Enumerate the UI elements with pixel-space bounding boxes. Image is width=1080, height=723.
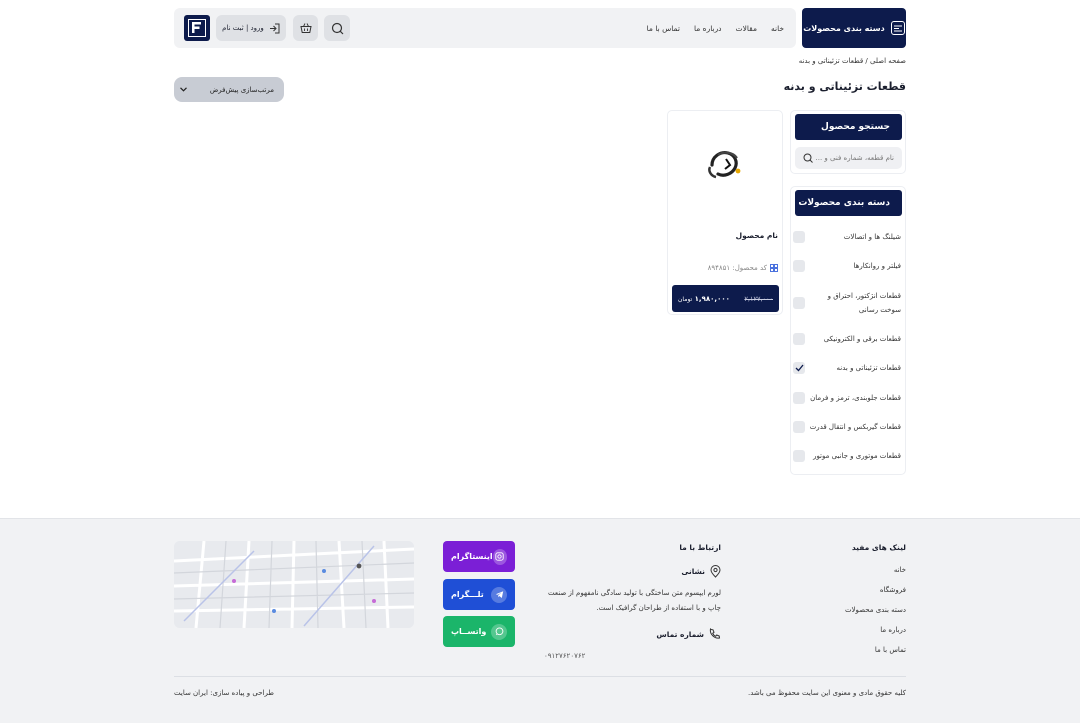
category-item-injector[interactable]: قطعات انژکتور، احتراق و سوخت رسانی	[793, 289, 901, 317]
cart-button[interactable]	[293, 15, 318, 41]
footer-links-title: لینک های مفید	[851, 543, 906, 552]
search-panel-title: جستجو محصول	[795, 114, 902, 140]
new-price-group: ۱,۹۸۰,۰۰۰ تومان	[678, 295, 730, 303]
nav-contact[interactable]: تماس با ما	[647, 24, 680, 33]
product-image[interactable]	[704, 145, 748, 183]
categories-button[interactable]: دسته بندی محصولات	[802, 8, 906, 48]
category-item-gearbox[interactable]: قطعات گیربکس و انتقال قدرت	[793, 420, 901, 434]
credit-text: طراحی و پیاده سازی: ایران سایت	[174, 689, 274, 697]
address-heading: نشانی	[681, 565, 721, 578]
instagram-button[interactable]: اینستاگرام	[443, 541, 515, 572]
footer	[0, 518, 1080, 723]
category-label: قطعات انژکتور، احتراق و سوخت رسانی	[827, 292, 901, 314]
copyright-text: کلیه حقوق مادی و معنوی این سایت محفوظ می…	[747, 689, 906, 697]
chevron-down-icon	[180, 86, 187, 94]
login-button[interactable]: ورود | ثبت نام	[216, 15, 286, 41]
grid-icon	[770, 264, 778, 272]
menu-icon	[890, 21, 905, 35]
location-map[interactable]	[174, 541, 414, 628]
breadcrumb[interactable]: صفحه اصلی / قطعات تزئیناتی و بدنه	[799, 57, 906, 65]
footer-link-contact[interactable]: تماس با ما	[875, 646, 906, 654]
category-item-suspension[interactable]: قطعات جلوبندی، ترمز و فرمان	[793, 391, 901, 405]
category-label: قطعات برقی و الکترونیکی	[823, 335, 901, 343]
page-title: قطعات تزئیناتی و بدنه	[783, 80, 906, 93]
instagram-icon	[492, 548, 507, 565]
category-checkbox[interactable]	[793, 392, 805, 404]
product-card[interactable]: نام محصول کد محصول: ۸۹۴۸۵۱ ۲,۱۲۷,۰۰۰ ۱,۹…	[667, 110, 783, 315]
category-checkbox[interactable]	[793, 260, 805, 272]
product-code: کد محصول: ۸۹۴۸۵۱	[708, 264, 778, 272]
category-label: شیلنگ ها و اتصالات	[843, 233, 901, 241]
sort-selected-label: مرتب‌سازی پیش‌فرض	[209, 85, 274, 94]
product-code-label: کد محصول: ۸۹۴۸۵۱	[707, 264, 767, 272]
phone-heading: شماره تماس	[656, 628, 721, 640]
address-text: لورم ایپسوم متن ساختگی با تولید سادگی نا…	[547, 589, 721, 612]
whatsapp-icon	[491, 623, 507, 640]
category-checkbox[interactable]	[793, 333, 805, 345]
categories-panel: دسته بندی محصولات شیلنگ ها و اتصالات فیل…	[790, 186, 906, 475]
category-checkbox-checked[interactable]	[793, 362, 805, 374]
categories-button-label: دسته بندی محصولات	[803, 23, 885, 33]
category-label: قطعات جلوبندی، ترمز و فرمان	[810, 394, 901, 402]
footer-link-about[interactable]: درباره ما	[880, 626, 906, 634]
telegram-label: تلـــگرام	[451, 590, 484, 599]
old-price: ۲,۱۲۷,۰۰۰	[744, 294, 773, 303]
category-label: فیلتر و روانکارها	[853, 262, 901, 270]
whatsapp-label: واتســاپ	[451, 627, 487, 636]
footer-link-shop[interactable]: فروشگاه	[880, 586, 906, 594]
nav-about[interactable]: درباره ما	[694, 24, 722, 33]
footer-contact-title: ارتباط با ما	[679, 543, 721, 552]
address-title: نشانی	[681, 567, 705, 576]
telegram-button[interactable]: تلـــگرام	[443, 579, 515, 610]
nav-home[interactable]: خانه	[771, 24, 784, 33]
main-nav: خانه مقالات درباره ما تماس با ما	[647, 8, 784, 48]
category-label: قطعات موتوری و جانبی موتور	[813, 452, 901, 460]
search-icon	[803, 153, 813, 163]
footer-divider	[174, 676, 906, 677]
phone-icon	[709, 628, 721, 639]
product-name[interactable]: نام محصول	[736, 231, 778, 240]
category-checkbox[interactable]	[793, 421, 805, 433]
check-icon	[795, 364, 804, 372]
category-label: قطعات گیربکس و انتقال قدرت	[809, 423, 901, 431]
nav-articles[interactable]: مقالات	[736, 24, 757, 33]
site-logo[interactable]	[184, 15, 210, 41]
category-item-electrical[interactable]: قطعات برقی و الکترونیکی	[793, 332, 901, 346]
category-checkbox[interactable]	[793, 450, 805, 462]
footer-link-categories[interactable]: دسته بندی محصولات	[845, 606, 906, 614]
product-search-input[interactable]: نام قطعه، شماره فنی و ...	[795, 147, 902, 169]
logo-mark	[188, 19, 206, 37]
phone-number[interactable]: ۰۹۱۲۷۶۲۰۷۶۲	[544, 652, 585, 660]
telegram-icon	[491, 586, 507, 603]
category-checkbox[interactable]	[793, 297, 805, 309]
phone-title: شماره تماس	[656, 629, 704, 639]
sort-select[interactable]: مرتب‌سازی پیش‌فرض	[174, 77, 284, 102]
category-item-hoses[interactable]: شیلنگ ها و اتصالات	[793, 230, 901, 244]
category-item-filters[interactable]: فیلتر و روانکارها	[793, 259, 901, 273]
location-pin-icon	[710, 565, 721, 578]
basket-icon	[299, 23, 312, 33]
new-price: ۱,۹۸۰,۰۰۰	[694, 294, 730, 303]
login-label: ورود | ثبت نام	[222, 24, 264, 32]
search-button[interactable]	[324, 15, 350, 41]
search-panel: جستجو محصول نام قطعه، شماره فنی و ...	[790, 110, 906, 174]
footer-link-home[interactable]: خانه	[894, 566, 906, 574]
category-label: قطعات تزئیناتی و بدنه	[836, 364, 901, 372]
login-icon	[269, 23, 280, 33]
search-placeholder: نام قطعه، شماره فنی و ...	[815, 154, 894, 162]
price-bar[interactable]: ۲,۱۲۷,۰۰۰ ۱,۹۸۰,۰۰۰ تومان	[672, 285, 779, 312]
search-icon	[331, 22, 343, 34]
instagram-label: اینستاگرام	[451, 552, 493, 561]
category-item-body[interactable]: قطعات تزئیناتی و بدنه	[793, 361, 901, 375]
category-checkbox[interactable]	[793, 231, 805, 243]
categories-panel-title: دسته بندی محصولات	[795, 190, 902, 216]
whatsapp-button[interactable]: واتســاپ	[443, 616, 515, 647]
category-item-engine[interactable]: قطعات موتوری و جانبی موتور	[793, 449, 901, 463]
currency: تومان	[678, 295, 693, 303]
